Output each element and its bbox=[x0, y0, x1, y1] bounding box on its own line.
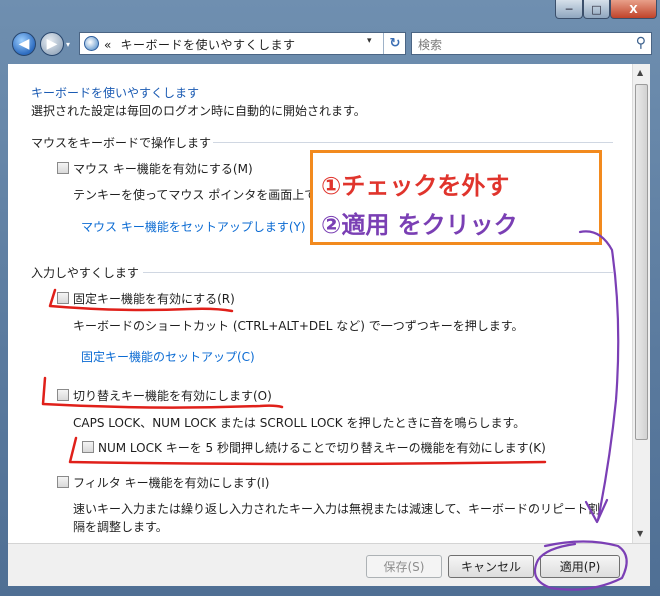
underline-sticky-keys bbox=[48, 288, 234, 313]
underline-numlock-option bbox=[68, 436, 547, 466]
arrow-head bbox=[584, 498, 609, 524]
circle-apply-button bbox=[533, 540, 628, 591]
underline-toggle-keys bbox=[41, 376, 284, 409]
arrow-to-apply bbox=[578, 230, 620, 522]
hand-drawn-annotations bbox=[41, 230, 628, 591]
